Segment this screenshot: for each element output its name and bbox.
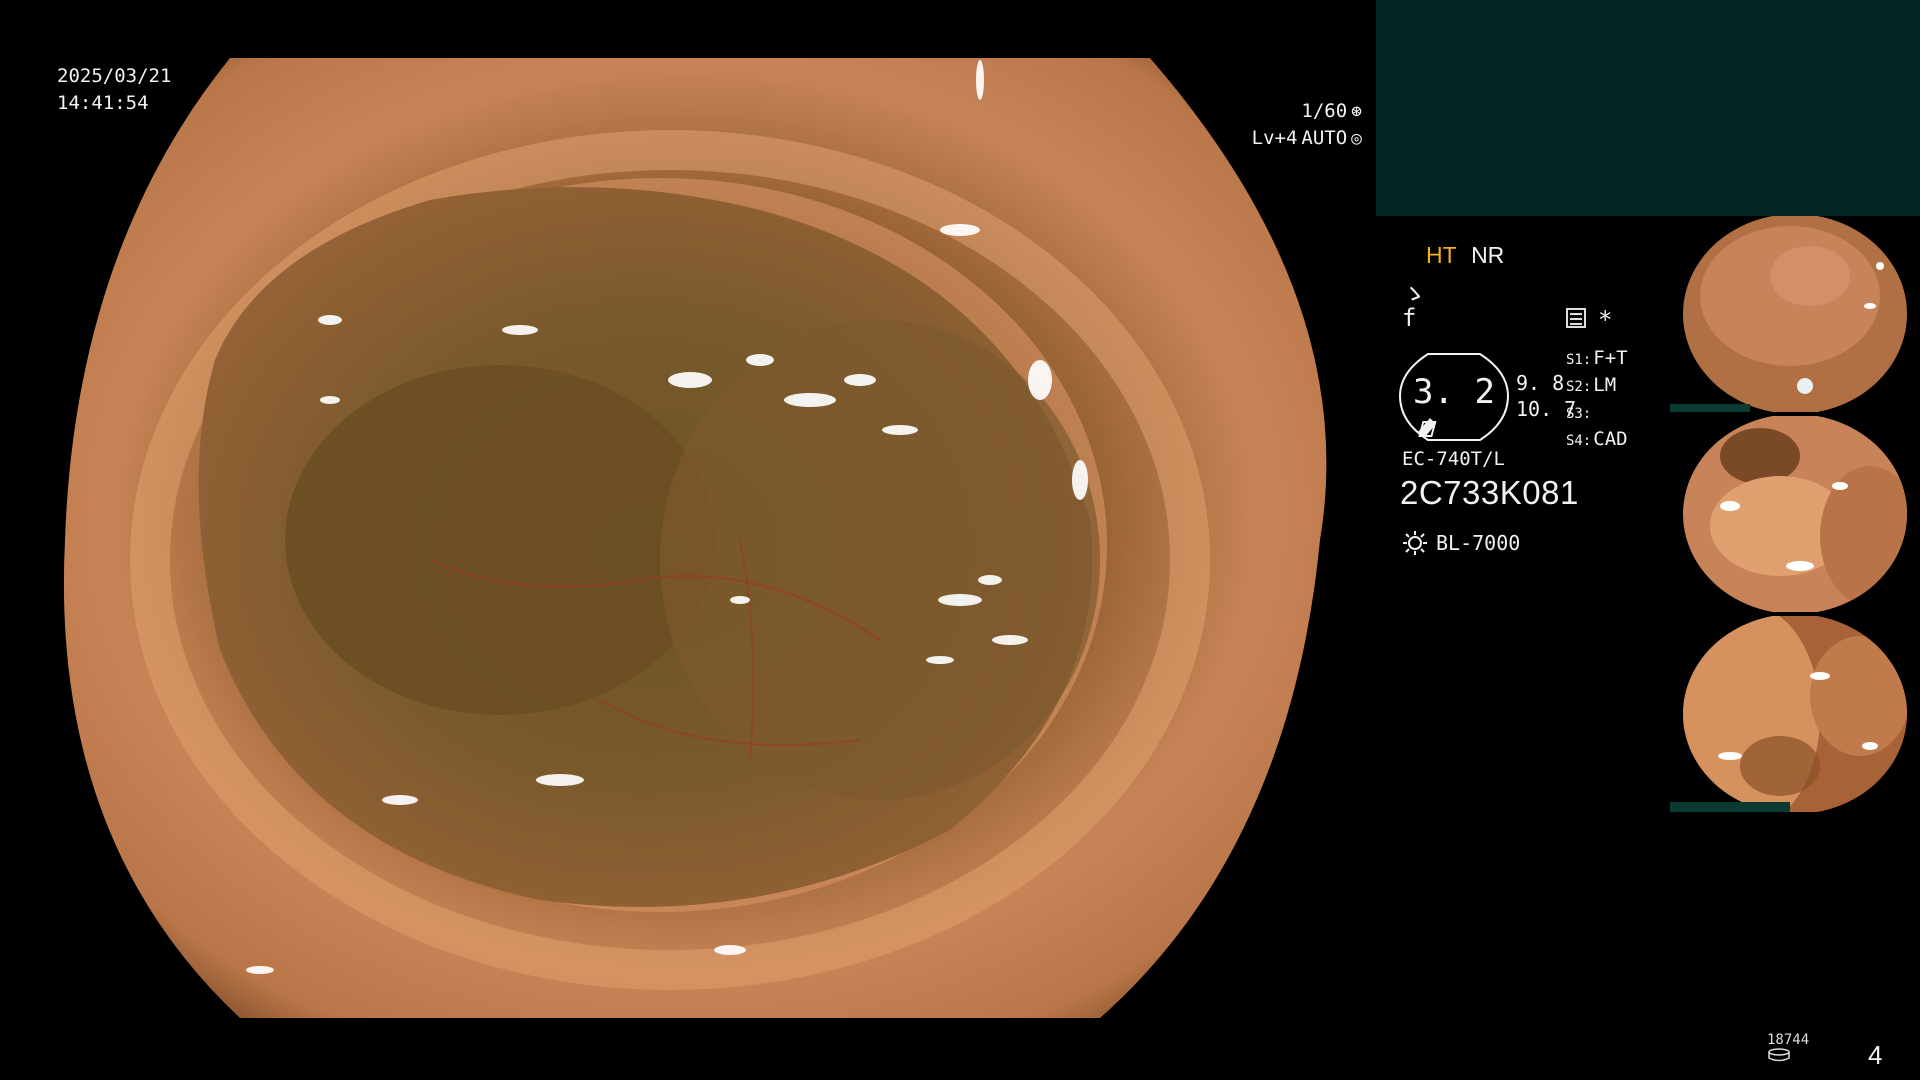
function-symbol: f	[1402, 304, 1417, 332]
scope-serial: 2C733K081	[1400, 474, 1579, 511]
counter-value: 18744	[1767, 1032, 1810, 1048]
endoscope-image	[63, 58, 1327, 1018]
gauge-value: 3. 2	[1413, 372, 1495, 412]
thumbnail-2[interactable]	[1670, 416, 1920, 612]
iris-icon: ◎	[1351, 128, 1362, 149]
scope-model: EC-740T/L	[1402, 448, 1505, 470]
endoscope-main-view: 2025/03/21 14:41:54 1/60 ⊛ Lv+4 AUTO ◎	[0, 0, 1370, 1080]
mode-ht: HT	[1426, 242, 1457, 268]
shutter-speed: 1/60	[1301, 100, 1348, 122]
image-mode: HT NR	[1426, 242, 1504, 269]
thumbnail-3[interactable]	[1670, 616, 1920, 812]
disk-icon	[1768, 1048, 1790, 1062]
star-indicator: *	[1598, 306, 1613, 334]
time-text: 14:41:54	[57, 92, 149, 114]
mode-nr: NR	[1471, 242, 1505, 268]
menu-icon	[1566, 308, 1586, 328]
setting-s3: S3:	[1566, 406, 1592, 422]
light-source-label: BL-7000	[1436, 531, 1521, 555]
endoscopy-monitor: 2025/03/21 14:41:54 1/60 ⊛ Lv+4 AUTO ◎ H…	[0, 0, 1920, 1080]
light-icon	[1403, 531, 1427, 555]
image-counter: 18744	[1767, 1032, 1809, 1066]
timestamp: 2025/03/21 14:41:54	[57, 63, 171, 117]
zoom-gauge: 3. 2	[1398, 352, 1510, 442]
exposure-info: 1/60 ⊛ Lv+4 AUTO ◎	[1202, 98, 1362, 152]
brightness-level: Lv+4	[1251, 127, 1298, 149]
switch-settings: S1: F+T S2: LM S3: S4: CAD	[1566, 346, 1628, 454]
setting-s2: S2: LM	[1566, 374, 1617, 396]
setting-s1: S1: F+T	[1566, 347, 1628, 369]
thumbnail-1[interactable]	[1670, 216, 1920, 412]
setting-s4: S4: CAD	[1566, 428, 1628, 450]
iris-mode: AUTO	[1301, 127, 1348, 149]
top-right-panel	[1376, 0, 1920, 216]
light-source: BL-7000	[1402, 530, 1520, 556]
date-text: 2025/03/21	[57, 65, 172, 87]
page-number: 4	[1868, 1040, 1883, 1070]
info-panel: HT NR ゝ f * 3. 2 9. 8 10. 7 S1: F+T S2: LM…	[1376, 216, 1676, 1080]
shutter-icon: ⊛	[1351, 101, 1362, 122]
